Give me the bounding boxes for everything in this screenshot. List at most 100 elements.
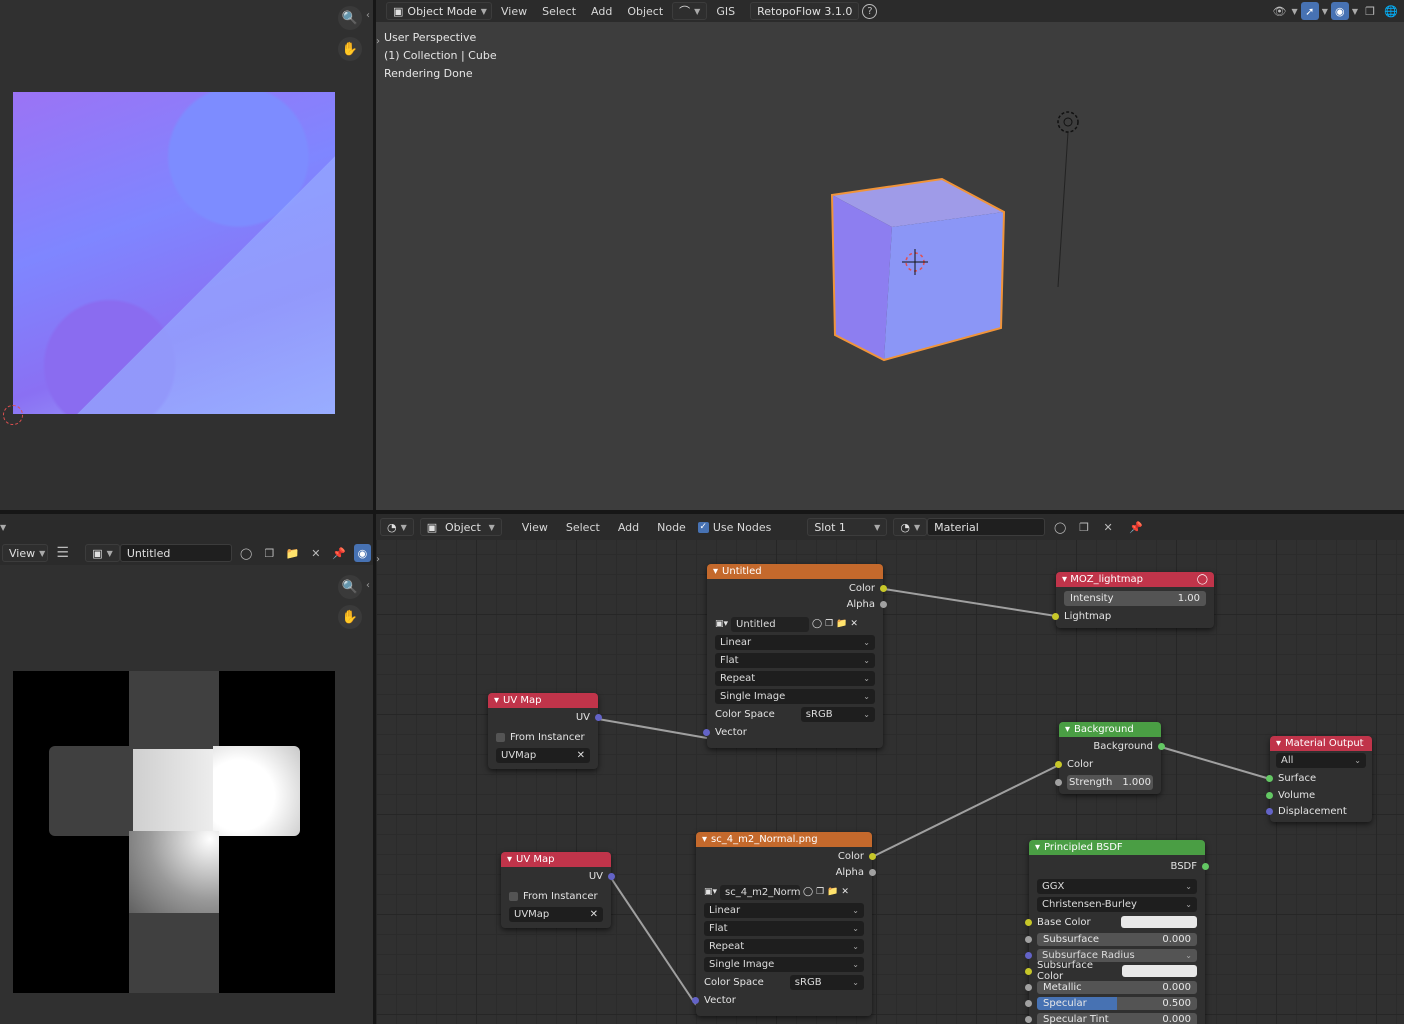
new-image-icon[interactable]: ❐ [261, 544, 278, 562]
socket-strength[interactable] [1055, 779, 1062, 786]
image-name-field[interactable]: sc_4_m2_Norm... [720, 884, 801, 900]
gizmo-toggle-icon[interactable]: ➚ [1300, 2, 1319, 20]
node-uv-map-1[interactable]: ▾ UV Map UV From Instancer UVMap ✕ [488, 693, 602, 769]
from-instancer-row[interactable]: From Instancer [501, 887, 611, 905]
subsurface-method-dropdown[interactable]: Christensen-Burley ⌄ [1037, 896, 1197, 912]
socket-subsurface-radius[interactable] [1025, 952, 1032, 959]
socket-alpha[interactable] [869, 869, 876, 876]
node-header[interactable]: ▾ Principled BSDF [1029, 840, 1205, 855]
menu-hamburger-icon[interactable]: ☰ [54, 544, 71, 562]
intensity-field[interactable]: Intensity 1.00 [1064, 590, 1206, 606]
zoom-icon[interactable]: 🔍 [338, 575, 362, 599]
fake-user-icon[interactable]: ◯ [238, 544, 255, 562]
extension-dropdown[interactable]: Repeat ⌄ [715, 670, 875, 686]
node-header[interactable]: ▾ UV Map [501, 852, 611, 867]
node-moz-lightmap[interactable]: ▾ MOZ_lightmap ◯ Intensity 1.00 Lightmap [1052, 572, 1214, 628]
socket-specular[interactable] [1025, 1000, 1032, 1007]
menu-view[interactable]: View [495, 3, 533, 20]
color-space-dropdown[interactable]: sRGB ⌄ [789, 974, 864, 990]
light-bulb-icon[interactable]: ◯ [1197, 574, 1208, 585]
new-image-icon[interactable]: ❐ [816, 887, 824, 897]
chevron-down-icon[interactable]: ▼ [0, 523, 6, 532]
close-icon[interactable]: ✕ [577, 750, 585, 761]
3d-viewport[interactable]: ▣ Object Mode ▼ View Select Add Object ⌒… [376, 0, 1404, 510]
collapse-icon[interactable]: ▾ [494, 695, 499, 706]
collapse-icon[interactable]: ▾ [1276, 738, 1281, 749]
node-header[interactable]: ▾ UV Map [488, 693, 598, 708]
hand-icon[interactable]: ✋ [338, 605, 362, 629]
xray-icon[interactable]: ❐ [1361, 2, 1379, 20]
node-principled-bsdf[interactable]: ▾ Principled BSDF BSDF GGX ⌄ Christensen-B… [1025, 840, 1209, 1024]
open-folder-icon[interactable]: 📁 [836, 619, 847, 629]
view-dropdown[interactable]: View ▼ [2, 544, 48, 562]
metallic-field[interactable]: Metallic 0.000 [1037, 980, 1197, 994]
new-image-icon[interactable]: ❐ [825, 619, 833, 629]
projection-dropdown[interactable]: Flat ⌄ [715, 652, 875, 668]
menu-add[interactable]: Add [585, 3, 618, 20]
node-editor[interactable]: ◔ ▼ ▣ Object ▼ View Select Add Node ✓ Use No… [376, 514, 1404, 1024]
display-icon[interactable]: ◉ [353, 544, 372, 562]
transform-dropdown[interactable]: ⌒ ▼ [672, 2, 708, 20]
collapse-icon[interactable]: ▾ [1065, 724, 1070, 735]
menu-select[interactable]: Select [536, 3, 582, 20]
fake-user-icon[interactable]: ◯ [812, 619, 822, 629]
uv-map-field[interactable]: UVMap ✕ [496, 747, 590, 763]
image-editor-bottom[interactable]: ▼ View ▼ ☰ ▣ ▼ Untitled ◯ ❐ 📁 ✕ 📌 ◉ 🔍 ✋ ‹ [0, 514, 373, 1024]
overlays-icon[interactable]: ◉ [1330, 2, 1349, 20]
collapse-icon[interactable]: ▾ [507, 854, 512, 865]
specular-field[interactable]: Specular 0.500 [1037, 996, 1197, 1010]
fake-user-icon[interactable]: ◯ [803, 887, 813, 897]
interpolation-dropdown[interactable]: Linear ⌄ [704, 902, 864, 918]
node-header[interactable]: ▾ MOZ_lightmap ◯ [1056, 572, 1214, 587]
node-uv-map-2[interactable]: ▾ UV Map UV From Instancer UVMap ✕ [501, 852, 615, 928]
socket-lightmap[interactable] [1052, 613, 1059, 620]
node-image-texture-untitled[interactable]: ▾ Untitled Color Alpha ▣▾ Untitled ◯ ❐ 📁 … [703, 564, 887, 748]
checkbox-icon[interactable] [496, 732, 505, 742]
node-header[interactable]: ▾ sc_4_m2_Normal.png [696, 832, 872, 847]
collapse-icon[interactable]: ▾ [1035, 842, 1040, 853]
image-icon[interactable]: ▣▾ [704, 887, 717, 897]
chevron-down-icon[interactable]: ▼ [1292, 7, 1298, 16]
close-icon[interactable]: ✕ [850, 619, 858, 629]
retopoflow-menu[interactable]: RetopoFlow 3.1.0 [750, 2, 860, 20]
socket-base-color[interactable] [1025, 919, 1032, 926]
help-icon[interactable]: ? [862, 3, 878, 19]
close-icon[interactable]: ✕ [841, 887, 849, 897]
open-folder-icon[interactable]: 📁 [827, 887, 838, 897]
socket-surface[interactable] [1266, 775, 1273, 782]
checkbox-icon[interactable] [509, 891, 518, 901]
collapse-arrow-icon[interactable]: ‹ [366, 10, 370, 21]
socket-subsurface[interactable] [1025, 936, 1032, 943]
close-icon[interactable]: ✕ [590, 909, 598, 920]
image-browse-button[interactable]: ▣ ▼ [85, 544, 120, 562]
socket-subsurface-color[interactable] [1025, 968, 1032, 975]
distribution-dropdown[interactable]: GGX ⌄ [1037, 878, 1197, 894]
area-divider-horizontal[interactable] [0, 510, 1404, 514]
chevron-down-icon[interactable]: ▼ [1352, 7, 1358, 16]
image-name-field[interactable]: Untitled [119, 544, 232, 562]
collapse-icon[interactable]: ▾ [702, 834, 707, 845]
strength-field[interactable]: Strength 1.000 [1067, 774, 1153, 790]
socket-background[interactable] [1158, 743, 1165, 750]
collapse-icon[interactable]: ▾ [1062, 574, 1067, 585]
menu-gis[interactable]: GIS [710, 3, 741, 20]
extension-dropdown[interactable]: Repeat ⌄ [704, 938, 864, 954]
mode-dropdown[interactable]: ▣ Object Mode ▼ [386, 2, 492, 20]
subsurface-color-swatch[interactable] [1121, 965, 1197, 977]
node-image-texture-normal[interactable]: ▾ sc_4_m2_Normal.png Color Alpha ▣▾ sc_4_… [692, 832, 876, 1016]
node-background[interactable]: ▾ Background Background Color Strength 1.0… [1055, 722, 1165, 794]
image-name-field[interactable]: Untitled [731, 616, 810, 632]
uv-map-field[interactable]: UVMap ✕ [509, 906, 603, 922]
socket-uv[interactable] [595, 714, 602, 721]
socket-metallic[interactable] [1025, 984, 1032, 991]
shading-wire-icon[interactable]: 🌐 [1382, 2, 1400, 20]
visibility-icon[interactable]: 👁 [1271, 2, 1289, 20]
socket-specular-tint[interactable] [1025, 1016, 1032, 1023]
subsurface-field[interactable]: Subsurface 0.000 [1037, 932, 1197, 946]
chevron-down-icon[interactable]: ▼ [1322, 7, 1328, 16]
interpolation-dropdown[interactable]: Linear ⌄ [715, 634, 875, 650]
uv-editor-top[interactable]: 🔍 ✋ ‹ [0, 0, 373, 510]
source-dropdown[interactable]: Single Image ⌄ [704, 956, 864, 972]
base-color-swatch[interactable] [1121, 916, 1197, 928]
specular-tint-field[interactable]: Specular Tint 0.000 [1037, 1012, 1197, 1024]
